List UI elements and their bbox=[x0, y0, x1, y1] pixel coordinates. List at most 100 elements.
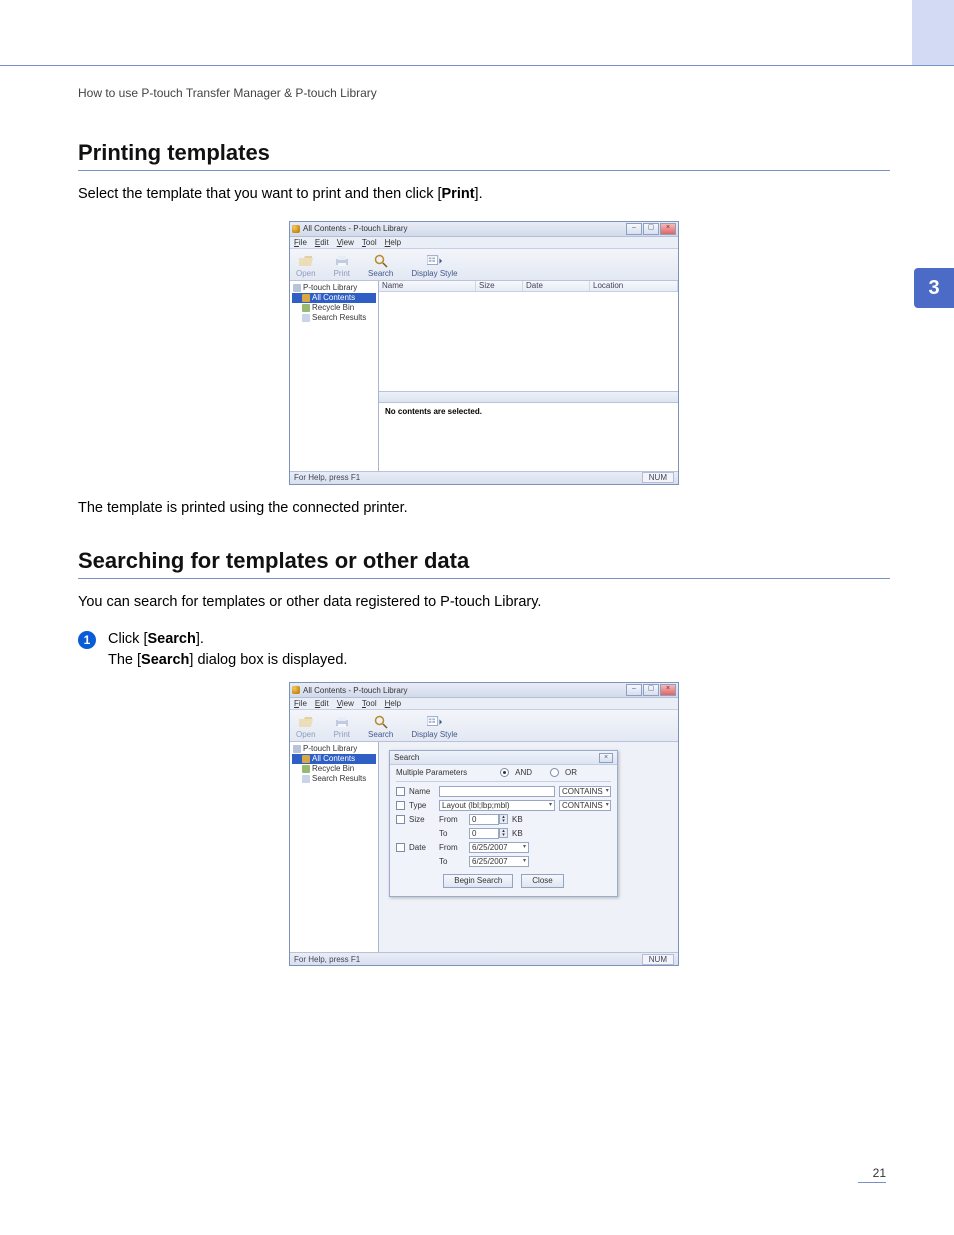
search-button[interactable]: Search bbox=[368, 715, 393, 739]
label-type: Type bbox=[409, 801, 435, 810]
name-input[interactable] bbox=[439, 786, 555, 797]
magnifier-icon bbox=[373, 715, 389, 729]
menu-file[interactable]: File bbox=[294, 238, 307, 247]
menu-help[interactable]: Help bbox=[385, 699, 401, 708]
menu-view[interactable]: View bbox=[337, 238, 354, 247]
magnifier-icon bbox=[373, 254, 389, 268]
close-dialog-button[interactable]: Close bbox=[521, 874, 563, 888]
label-date-from: From bbox=[439, 843, 465, 852]
step-number-1: 1 bbox=[78, 631, 96, 649]
label-name: Name bbox=[409, 787, 435, 796]
check-name[interactable] bbox=[396, 787, 405, 796]
close-button[interactable]: × bbox=[660, 223, 676, 235]
type-dropdown[interactable]: Layout (lbl;lbp;mbl) bbox=[439, 800, 555, 811]
folder-open-icon bbox=[298, 254, 314, 268]
tree-root[interactable]: P-touch Library bbox=[303, 744, 357, 754]
menu-tool[interactable]: Tool bbox=[362, 238, 377, 247]
tree-search-results[interactable]: Search Results bbox=[292, 313, 376, 323]
menu-bar: File Edit View Tool Help bbox=[290, 237, 678, 249]
printing-intro: Select the template that you want to pri… bbox=[78, 185, 890, 205]
size-from-input[interactable]: 0 bbox=[469, 814, 499, 825]
printing-outro: The template is printed using the connec… bbox=[78, 499, 890, 519]
menu-file[interactable]: File bbox=[294, 699, 307, 708]
maximize-button[interactable]: ▢ bbox=[643, 684, 659, 696]
app-icon bbox=[292, 686, 300, 694]
size-from-stepper[interactable]: ▴▾ bbox=[499, 814, 508, 824]
col-size[interactable]: Size bbox=[476, 281, 523, 291]
type-condition-dropdown[interactable]: CONTAINS bbox=[559, 800, 611, 811]
content-list[interactable]: Name Size Date Location bbox=[379, 281, 678, 391]
search-results-icon bbox=[302, 775, 310, 783]
heading-searching-templates: Searching for templates or other data bbox=[78, 548, 890, 579]
date-to-picker[interactable]: 6/25/2007 bbox=[469, 856, 529, 867]
col-name[interactable]: Name bbox=[379, 281, 476, 291]
printer-icon bbox=[334, 254, 350, 268]
screenshot-ptouch-library: All Contents - P-touch Library – ▢ × Fil… bbox=[289, 221, 679, 485]
library-icon bbox=[293, 284, 301, 292]
folder-tree[interactable]: P-touch Library All Contents Recycle Bin… bbox=[290, 281, 379, 471]
menu-edit[interactable]: Edit bbox=[315, 238, 329, 247]
menu-view[interactable]: View bbox=[337, 699, 354, 708]
screenshot-search-dialog: All Contents - P-touch Library – ▢ × Fil… bbox=[289, 682, 679, 966]
menu-help[interactable]: Help bbox=[385, 238, 401, 247]
label-size-to: To bbox=[439, 829, 465, 838]
maximize-button[interactable]: ▢ bbox=[643, 223, 659, 235]
tree-search-results[interactable]: Search Results bbox=[292, 774, 376, 784]
label-size-from: From bbox=[439, 815, 465, 824]
status-numlock: NUM bbox=[642, 472, 674, 483]
folder-icon bbox=[302, 755, 310, 763]
heading-printing-templates: Printing templates bbox=[78, 140, 890, 171]
label-date-to: To bbox=[439, 857, 465, 866]
display-style-button[interactable]: Display Style bbox=[411, 254, 457, 278]
col-date[interactable]: Date bbox=[523, 281, 590, 291]
minimize-button[interactable]: – bbox=[626, 223, 642, 235]
window-title: All Contents - P-touch Library bbox=[303, 224, 408, 233]
label-date: Date bbox=[409, 843, 435, 852]
folder-open-icon bbox=[298, 715, 314, 729]
radio-or[interactable] bbox=[550, 768, 559, 777]
print-button[interactable]: Print bbox=[334, 254, 350, 278]
search-dialog-title: Search bbox=[394, 753, 419, 762]
status-numlock: NUM bbox=[642, 954, 674, 965]
minimize-button[interactable]: – bbox=[626, 684, 642, 696]
check-size[interactable] bbox=[396, 815, 405, 824]
display-style-button[interactable]: Display Style bbox=[411, 715, 457, 739]
printer-icon bbox=[334, 715, 350, 729]
page-number: 21 bbox=[78, 1166, 890, 1183]
search-results-icon bbox=[302, 314, 310, 322]
menu-tool[interactable]: Tool bbox=[362, 699, 377, 708]
display-style-icon bbox=[427, 715, 443, 729]
size-to-input[interactable]: 0 bbox=[469, 828, 499, 839]
check-date[interactable] bbox=[396, 843, 405, 852]
print-button[interactable]: Print bbox=[334, 715, 350, 739]
search-dialog: Search × Multiple Parameters AND OR bbox=[389, 750, 618, 897]
tree-root[interactable]: P-touch Library bbox=[303, 283, 357, 293]
folder-tree[interactable]: P-touch Library All Contents Recycle Bin… bbox=[290, 742, 379, 952]
size-to-stepper[interactable]: ▴▾ bbox=[499, 828, 508, 838]
date-from-picker[interactable]: 6/25/2007 bbox=[469, 842, 529, 853]
step-1-body: Click [Search]. The [Search] dialog box … bbox=[108, 629, 347, 673]
preview-pane: No contents are selected. bbox=[379, 402, 678, 471]
search-button[interactable]: Search bbox=[368, 254, 393, 278]
begin-search-button[interactable]: Begin Search bbox=[443, 874, 513, 888]
library-icon bbox=[293, 745, 301, 753]
multiple-parameters-label: Multiple Parameters bbox=[396, 768, 467, 777]
open-button[interactable]: Open bbox=[296, 254, 316, 278]
tree-recycle-bin[interactable]: Recycle Bin bbox=[292, 303, 376, 313]
name-condition-dropdown[interactable]: CONTAINS bbox=[559, 786, 611, 797]
close-button[interactable]: × bbox=[660, 684, 676, 696]
tree-recycle-bin[interactable]: Recycle Bin bbox=[292, 764, 376, 774]
tree-all-contents[interactable]: All Contents bbox=[292, 293, 376, 303]
window-title: All Contents - P-touch Library bbox=[303, 686, 408, 695]
dialog-close-icon[interactable]: × bbox=[599, 753, 613, 763]
display-style-icon bbox=[427, 254, 443, 268]
menu-edit[interactable]: Edit bbox=[315, 699, 329, 708]
status-help-hint: For Help, press F1 bbox=[294, 955, 360, 964]
tree-all-contents[interactable]: All Contents bbox=[292, 754, 376, 764]
status-help-hint: For Help, press F1 bbox=[294, 473, 360, 482]
recycle-bin-icon bbox=[302, 765, 310, 773]
radio-and[interactable] bbox=[500, 768, 509, 777]
check-type[interactable] bbox=[396, 801, 405, 810]
open-button[interactable]: Open bbox=[296, 715, 316, 739]
col-location[interactable]: Location bbox=[590, 281, 678, 291]
